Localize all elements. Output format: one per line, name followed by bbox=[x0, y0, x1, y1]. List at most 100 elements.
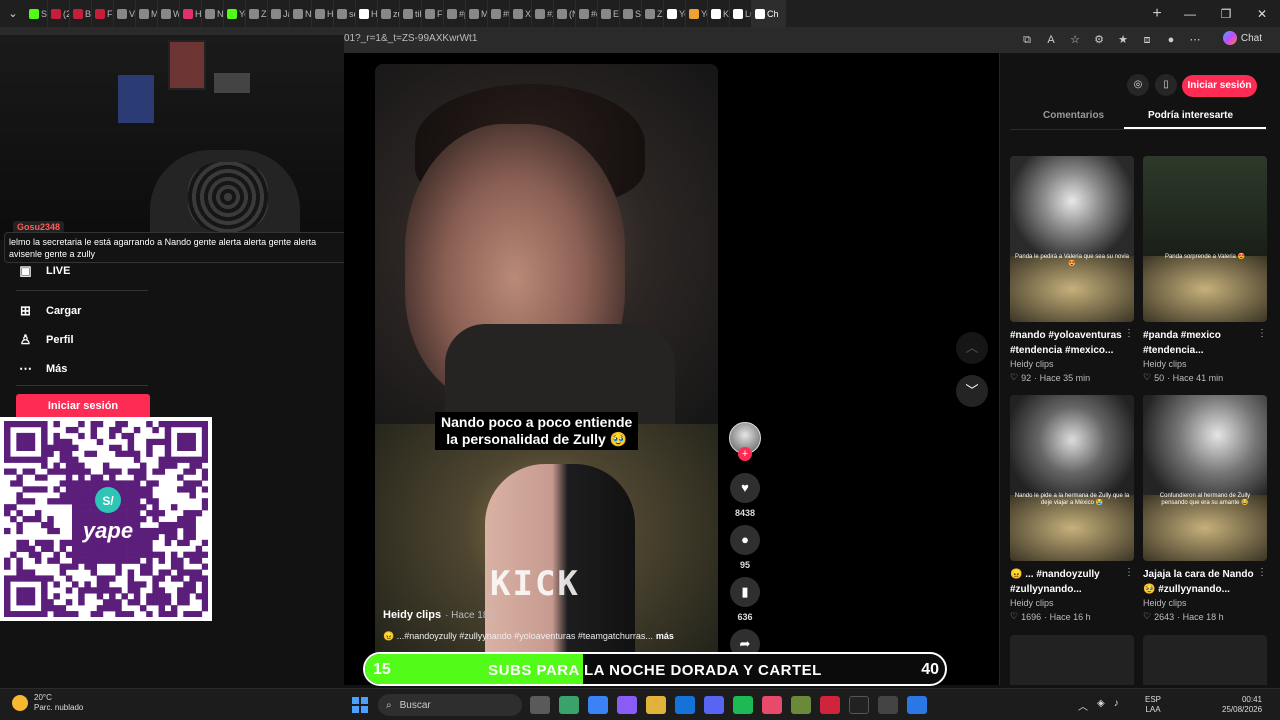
tiktok-icon[interactable] bbox=[849, 696, 869, 714]
like-button[interactable]: ♥ bbox=[730, 473, 760, 503]
nav-item-upload[interactable]: ⊞ Cargar bbox=[18, 303, 81, 318]
tab-recommended[interactable]: Podría interesarte bbox=[1148, 110, 1233, 121]
collections-icon[interactable]: ★ bbox=[1114, 31, 1132, 49]
file-explorer-icon[interactable] bbox=[646, 696, 666, 714]
browser-tab[interactable]: Ho bbox=[356, 0, 378, 27]
browser-tab[interactable]: Wi bbox=[158, 0, 180, 27]
video-card-author[interactable]: Heidy clips bbox=[1010, 598, 1134, 608]
browser-tab[interactable]: Lu bbox=[730, 0, 752, 27]
browser-tab[interactable]: Zu bbox=[642, 0, 664, 27]
browser-tab[interactable]: (2 bbox=[48, 0, 70, 27]
copilot-app-icon[interactable] bbox=[617, 696, 637, 714]
network-icon[interactable]: ◈ bbox=[1097, 698, 1105, 713]
browser-tab[interactable]: XC bbox=[510, 0, 532, 27]
browser-tab[interactable]: #p bbox=[444, 0, 466, 27]
browser-tab[interactable]: Mi bbox=[136, 0, 158, 27]
maximize-button[interactable]: ❐ bbox=[1208, 7, 1244, 21]
phone-icon[interactable]: ▯ bbox=[1155, 74, 1177, 96]
more-options-icon[interactable]: ⋮ bbox=[1257, 567, 1267, 578]
tab-comments[interactable]: Comentarios bbox=[1043, 110, 1104, 121]
browser-tab[interactable]: #z bbox=[532, 0, 554, 27]
video-card-author[interactable]: Heidy clips bbox=[1010, 359, 1134, 369]
nav-item-live[interactable]: ▣ LIVE bbox=[18, 263, 70, 278]
video-card[interactable]: Panda sorprende a Valeria 😍 #panda #mexic… bbox=[1143, 156, 1267, 383]
browser-tab[interactable]: Mu bbox=[466, 0, 488, 27]
clock[interactable]: 00:41 25/08/2026 bbox=[1222, 695, 1262, 715]
video-player[interactable]: KICK Nando poco a poco entiende la perso… bbox=[375, 64, 718, 684]
video-card-title[interactable]: 😠 ... #nandoyzully #zullyynando... bbox=[1010, 567, 1134, 597]
weather-widget[interactable]: 20°C Parc. nublado bbox=[12, 693, 83, 713]
task-view-icon[interactable] bbox=[530, 696, 550, 714]
browser-tab[interactable]: Fa bbox=[92, 0, 114, 27]
favorite-star-icon[interactable]: ☆ bbox=[1066, 31, 1084, 49]
extensions-icon[interactable]: ⚙ bbox=[1090, 31, 1108, 49]
browser-tab[interactable]: Ye bbox=[686, 0, 708, 27]
url-text[interactable]: 01?_r=1&_t=ZS-99AXKwrWt1 bbox=[344, 33, 477, 44]
browser-tab[interactable]: tik bbox=[400, 0, 422, 27]
browser-tab[interactable]: zu bbox=[378, 0, 400, 27]
minimize-button[interactable]: — bbox=[1172, 7, 1208, 21]
copilot-chat-button[interactable]: Chat bbox=[1222, 31, 1262, 45]
browser-tab[interactable]: Va bbox=[114, 0, 136, 27]
tray-chevron-icon[interactable]: ︿ bbox=[1078, 698, 1088, 713]
browser-tab[interactable]: KC bbox=[708, 0, 730, 27]
video-card-thumb[interactable] bbox=[1143, 635, 1267, 685]
browser-tab[interactable]: Bn bbox=[70, 0, 92, 27]
browser-tab[interactable]: Ja bbox=[268, 0, 290, 27]
video-card-thumb[interactable]: Panda sorprende a Valeria 😍 bbox=[1143, 156, 1267, 322]
video-author[interactable]: Heidy clips · Hace 18 h bbox=[383, 609, 497, 621]
browser-tab[interactable]: Ch bbox=[752, 0, 786, 27]
browser-tab[interactable]: Yo bbox=[224, 0, 246, 27]
comment-button[interactable]: ● bbox=[730, 525, 760, 555]
close-window-button[interactable]: ✕ bbox=[1244, 7, 1280, 21]
app-icon[interactable] bbox=[907, 696, 927, 714]
video-card-thumb[interactable]: Confundieron al hermano de Zully pensand… bbox=[1143, 395, 1267, 561]
video-card-title[interactable]: #nando #yoloaventuras #tendencia #mexico… bbox=[1010, 328, 1134, 358]
more-options-icon[interactable]: ⋮ bbox=[1124, 328, 1134, 339]
browser-tab[interactable]: Fu bbox=[422, 0, 444, 27]
browser-tab[interactable]: Ne bbox=[290, 0, 312, 27]
profile-avatar-icon[interactable]: ● bbox=[1162, 31, 1180, 49]
translate-icon[interactable]: A bbox=[1042, 31, 1060, 49]
widgets-icon[interactable] bbox=[559, 696, 579, 714]
nav-item-profile[interactable]: ♙ Perfil bbox=[18, 332, 74, 347]
browser-tab[interactable]: #g bbox=[576, 0, 598, 27]
browser-tab[interactable]: se bbox=[334, 0, 356, 27]
browser-tab[interactable]: Ye bbox=[664, 0, 686, 27]
more-link[interactable]: más bbox=[656, 631, 674, 641]
browser-tab[interactable]: Eh bbox=[598, 0, 620, 27]
video-card-title[interactable]: Jajaja la cara de Nando 🥹 #zullyynando..… bbox=[1143, 567, 1267, 597]
video-card[interactable]: Panda le pedirá a Valeria que sea su nov… bbox=[1010, 156, 1134, 383]
nav-item-more[interactable]: ⋯ Más bbox=[18, 361, 67, 376]
video-card-title[interactable]: #panda #mexico #tendencia... bbox=[1143, 328, 1267, 358]
obs-icon[interactable] bbox=[878, 696, 898, 714]
browser-tab[interactable]: Zu bbox=[246, 0, 268, 27]
language-indicator[interactable]: ESP LAA bbox=[1145, 695, 1161, 715]
start-button[interactable] bbox=[352, 697, 368, 713]
menu-dots-icon[interactable]: ⋯ bbox=[1186, 31, 1204, 49]
save-button[interactable]: ▮ bbox=[730, 577, 760, 607]
app-icon[interactable] bbox=[820, 696, 840, 714]
more-options-icon[interactable]: ⋮ bbox=[1124, 567, 1134, 578]
spotify-icon[interactable] bbox=[733, 696, 753, 714]
browser-tab[interactable]: Hi bbox=[180, 0, 202, 27]
taskbar-search[interactable]: ⌕ Buscar bbox=[378, 694, 522, 716]
video-card-author[interactable]: Heidy clips bbox=[1143, 598, 1267, 608]
active-app-icon[interactable] bbox=[762, 696, 782, 714]
compass-icon[interactable]: ◎ bbox=[1127, 74, 1149, 96]
panel-login-button[interactable]: Iniciar sesión bbox=[1182, 75, 1257, 97]
new-tab-button[interactable]: + bbox=[1142, 5, 1172, 23]
tab-search-icon[interactable]: ⌄ bbox=[0, 0, 26, 27]
browser-tab[interactable]: HE bbox=[312, 0, 334, 27]
follow-plus-icon[interactable]: + bbox=[738, 447, 752, 461]
video-card-author[interactable]: Heidy clips bbox=[1143, 359, 1267, 369]
downloads-icon[interactable]: ⧈ bbox=[1138, 31, 1156, 49]
open-in-app-icon[interactable]: ⧉ bbox=[1018, 31, 1036, 49]
next-video-button[interactable]: ﹀ bbox=[956, 375, 988, 407]
video-card[interactable]: Confundieron al hermano de Zully pensand… bbox=[1143, 395, 1267, 622]
video-card[interactable]: Nando le pide a la hermana de Zully que … bbox=[1010, 395, 1134, 622]
mic-icon[interactable]: ♪ bbox=[1114, 698, 1119, 713]
browser-tab[interactable]: Str bbox=[26, 0, 48, 27]
browser-tab[interactable]: Sc bbox=[620, 0, 642, 27]
previous-video-button[interactable]: ︿ bbox=[956, 332, 988, 364]
